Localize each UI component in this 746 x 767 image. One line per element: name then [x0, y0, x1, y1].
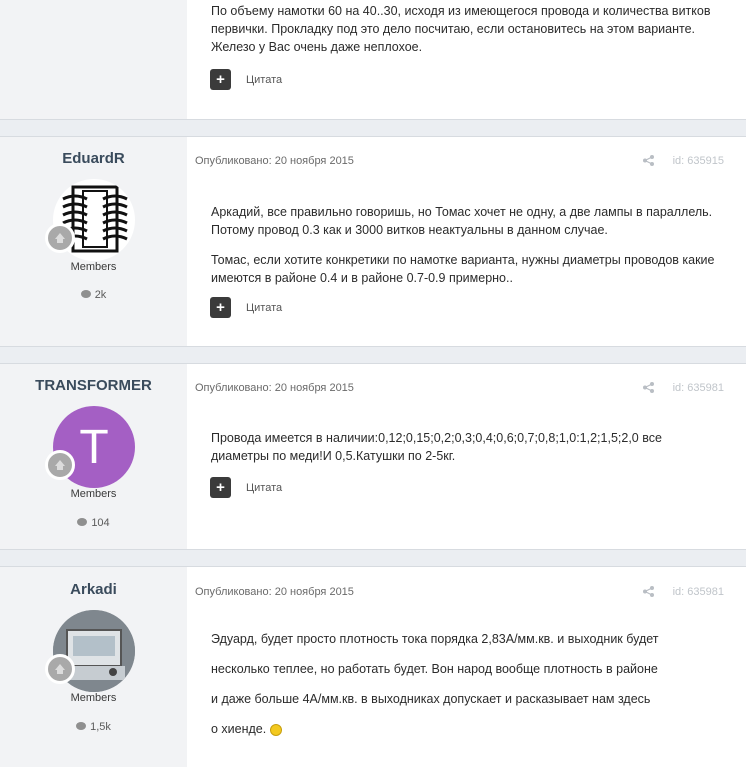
post-content: Эдуард, будет просто плотность тока поря…	[211, 630, 716, 750]
post-1: EduardR Members 2k Опубликовано: 20 нояб…	[0, 136, 746, 347]
post-paragraph: о хиенде.	[211, 722, 267, 736]
post-id[interactable]: id: 635915	[673, 155, 724, 167]
post-paragraph: и даже больше 4А/мм.кв. в выходниках доп…	[211, 692, 651, 706]
plus-icon: +	[210, 477, 231, 498]
post-content: Провода имеется в наличии:0,12;0,15;0,2;…	[211, 429, 716, 477]
author-panel: TRANSFORMER T Members 104	[0, 364, 187, 549]
post-paragraph: По объему намотки 60 на 40..30, исходя и…	[211, 4, 711, 54]
plus-icon: +	[210, 297, 231, 318]
quote-label: Цитата	[246, 481, 283, 494]
smile-emoji-icon	[269, 723, 282, 736]
share-icon[interactable]	[643, 586, 654, 597]
author-panel: Arkadi Members 1,5k	[0, 567, 187, 767]
post-count-value: 2k	[94, 289, 107, 301]
share-icon[interactable]	[643, 155, 654, 166]
post-paragraph: Провода имеется в наличии:0,12;0,15;0,2;…	[211, 431, 662, 463]
post-paragraph-last: о хиенде.	[211, 720, 716, 738]
post-id[interactable]: id: 635981	[673, 586, 724, 598]
rank-badge-icon	[45, 654, 75, 684]
comment-icon	[80, 290, 91, 299]
post-date[interactable]: Опубликовано: 20 ноября 2015	[195, 586, 354, 598]
post-count-value: 1,5k	[90, 721, 111, 733]
post-3: Arkadi Members 1,5k Опубликовано: 20 ноя…	[0, 566, 746, 767]
post-paragraph: Эдуард, будет просто плотность тока поря…	[211, 632, 659, 646]
quote-label: Цитата	[246, 73, 283, 86]
post-count: 104	[0, 517, 187, 529]
author-panel: EduardR Members 2k	[0, 137, 187, 346]
quote-button[interactable]: + Цитата	[210, 69, 282, 90]
post-paragraph: несколько теплее, но работать будет. Вон…	[211, 662, 658, 676]
post-paragraph: Аркадий, все правильно говоришь, но Тома…	[211, 205, 713, 237]
rank-badge-icon	[45, 450, 75, 480]
author-name[interactable]: Arkadi	[0, 581, 187, 598]
post-count-value: 104	[91, 517, 110, 529]
post-content: По объему намотки 60 на 40..30, исходя и…	[211, 2, 716, 68]
author-panel	[0, 0, 187, 119]
member-group: Members	[70, 692, 117, 704]
author-name[interactable]: EduardR	[0, 150, 187, 167]
post-2: TRANSFORMER T Members 104 Опубликовано: …	[0, 363, 746, 550]
share-icon[interactable]	[643, 382, 654, 393]
post-count: 1,5k	[0, 721, 187, 733]
post-id[interactable]: id: 635981	[673, 382, 724, 394]
quote-button[interactable]: + Цитата	[210, 477, 282, 498]
avatar-letter: T	[79, 420, 109, 474]
post-count: 2k	[0, 289, 187, 301]
post-0: По объему намотки 60 на 40..30, исходя и…	[0, 0, 746, 120]
rank-badge-icon	[45, 223, 75, 253]
quote-label: Цитата	[246, 301, 283, 314]
member-group: Members	[70, 261, 117, 273]
author-name[interactable]: TRANSFORMER	[0, 377, 187, 394]
post-date[interactable]: Опубликовано: 20 ноября 2015	[195, 382, 354, 394]
member-group: Members	[70, 488, 117, 500]
comment-icon	[76, 722, 87, 731]
post-date[interactable]: Опубликовано: 20 ноября 2015	[195, 155, 354, 167]
comment-icon	[77, 518, 88, 527]
post-paragraph: Томас, если хотите конкретики по намотке…	[211, 253, 715, 285]
post-content: Аркадий, все правильно говоришь, но Тома…	[211, 203, 716, 299]
quote-button[interactable]: + Цитата	[210, 297, 282, 318]
plus-icon: +	[210, 69, 231, 90]
